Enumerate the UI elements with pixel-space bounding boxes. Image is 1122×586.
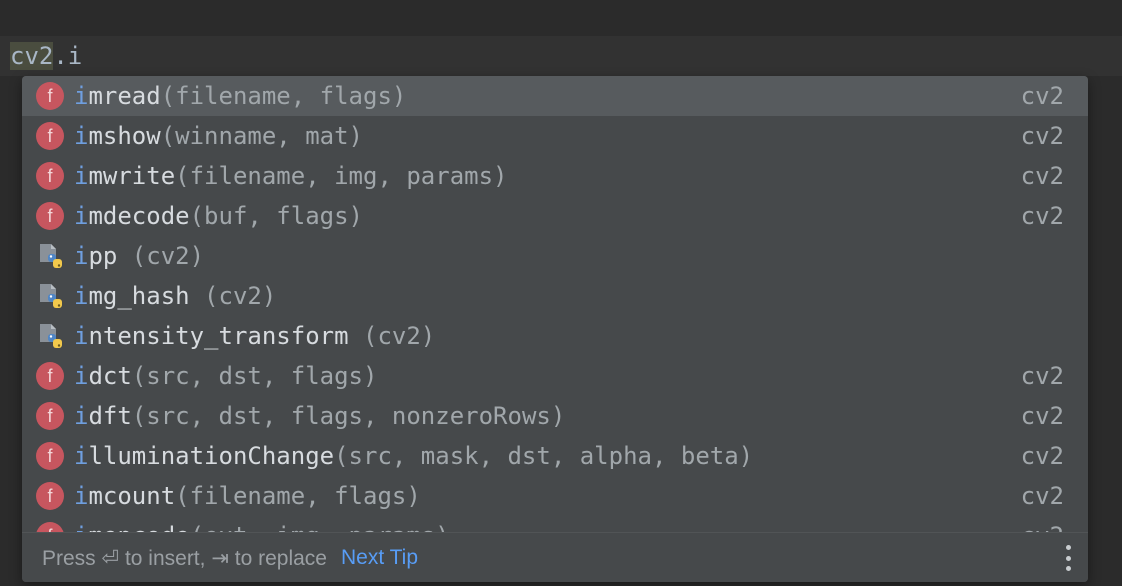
completion-item-signature: (cv2) <box>348 322 436 350</box>
completion-item[interactable]: f imwrite (filename, img, params) cv2 <box>22 156 1088 196</box>
function-icon: f <box>36 82 64 110</box>
name-remainder: mg_hash <box>88 282 190 310</box>
completion-item-name: illuminationChange <box>74 442 334 470</box>
name-remainder: mread <box>88 82 161 110</box>
completion-item-type: cv2 <box>1020 482 1064 510</box>
completion-item[interactable]: f imread (filename, flags) cv2 <box>22 76 1088 116</box>
completion-item[interactable]: f imshow (winname, mat) cv2 <box>22 116 1088 156</box>
python-module-icon <box>36 322 64 350</box>
completion-item[interactable]: f imdecode (buf, flags) cv2 <box>22 196 1088 236</box>
function-icon: f <box>36 362 64 390</box>
code-line-current[interactable]: cv2.i <box>0 36 1122 76</box>
matched-prefix: i <box>74 282 89 310</box>
completion-item-signature: (src, dst, flags, nonzeroRows) <box>131 402 566 430</box>
completion-item-name: imdecode <box>74 202 190 230</box>
completion-item-name: imshow <box>74 122 161 150</box>
matched-prefix: i <box>74 122 89 150</box>
current-code[interactable]: cv2.i <box>10 36 82 76</box>
matched-prefix: i <box>74 402 89 430</box>
name-remainder: lluminationChange <box>88 442 335 470</box>
matched-prefix: i <box>74 522 88 532</box>
completion-item-type: cv2 <box>1020 402 1064 430</box>
completion-item-type: cv2 <box>1020 362 1064 390</box>
completion-item-signature: (filename, flags) <box>175 482 421 510</box>
matched-prefix: i <box>74 482 89 510</box>
matched-prefix: i <box>74 322 89 350</box>
completion-item-signature: (buf, flags) <box>189 202 363 230</box>
name-remainder: ntensity_transform <box>88 322 349 350</box>
completion-item-signature: (src, mask, dst, alpha, beta) <box>334 442 754 470</box>
completion-item-name: imencode <box>74 522 190 532</box>
matched-prefix: i <box>74 82 89 110</box>
name-remainder: dct <box>88 362 132 390</box>
name-remainder: pp <box>88 242 118 270</box>
completion-footer: Press ⏎ to insert, ⇥ to replace Next Tip <box>22 532 1088 582</box>
completion-item[interactable]: f idct (src, dst, flags) cv2 <box>22 356 1088 396</box>
completion-item-type: cv2 <box>1021 522 1064 532</box>
matched-prefix: i <box>74 242 89 270</box>
completion-item-signature: (cv2) <box>117 242 205 270</box>
completion-item-name: imread <box>74 82 161 110</box>
function-icon: f <box>36 202 64 230</box>
completion-item-name: imcount <box>74 482 175 510</box>
completion-item-type: cv2 <box>1020 122 1064 150</box>
completion-item-signature: (filename, flags) <box>160 82 407 110</box>
completion-item-signature: (src, dst, flags) <box>131 362 378 390</box>
completion-item[interactable]: ipp (cv2) <box>22 236 1088 276</box>
typed-identifier-highlight: cv2 <box>10 42 54 70</box>
function-icon: f <box>36 522 64 532</box>
name-remainder: mencode <box>88 522 189 532</box>
matched-prefix: i <box>74 162 89 190</box>
code-line-import: import cv2 <box>10 0 1122 66</box>
name-remainder: dft <box>88 402 132 430</box>
completion-item-signature: (winname, mat) <box>160 122 363 150</box>
completion-item[interactable]: fimencode(ext, img, params)cv2 <box>22 516 1088 532</box>
matched-prefix: i <box>74 362 89 390</box>
python-module-icon <box>36 282 64 310</box>
completion-item[interactable]: f idft (src, dst, flags, nonzeroRows) cv2 <box>22 396 1088 436</box>
name-remainder: mcount <box>88 482 176 510</box>
name-remainder: mshow <box>88 122 161 150</box>
completion-item-signature: (cv2) <box>189 282 277 310</box>
next-tip-link[interactable]: Next Tip <box>341 546 418 570</box>
completion-item-signature: (ext, img, params) <box>190 522 450 532</box>
completion-item[interactable]: img_hash (cv2) <box>22 276 1088 316</box>
completion-popup[interactable]: f imread (filename, flags) cv2 f imshow (winna… <box>22 76 1088 582</box>
python-module-icon <box>36 242 64 270</box>
function-icon: f <box>36 482 64 510</box>
completion-item-type: cv2 <box>1020 162 1064 190</box>
completion-item-name: intensity_transform <box>74 322 349 350</box>
typed-text: .i <box>53 42 83 70</box>
function-icon: f <box>36 402 64 430</box>
completion-item[interactable]: f illuminationChange (src, mask, dst, alph… <box>22 436 1088 476</box>
completion-item-name: idct <box>74 362 132 390</box>
completion-item-name: idft <box>74 402 132 430</box>
completion-item-name: ipp <box>74 242 117 270</box>
function-icon: f <box>36 162 64 190</box>
completion-list[interactable]: f imread (filename, flags) cv2 f imshow (winna… <box>22 76 1088 532</box>
completion-item-type: cv2 <box>1020 202 1064 230</box>
matched-prefix: i <box>74 202 89 230</box>
completion-item[interactable]: intensity_transform (cv2) <box>22 316 1088 356</box>
name-remainder: mdecode <box>88 202 190 230</box>
function-icon: f <box>36 122 64 150</box>
completion-item[interactable]: f imcount (filename, flags) cv2 <box>22 476 1088 516</box>
completion-item-signature: (filename, img, params) <box>175 162 508 190</box>
completion-item-type: cv2 <box>1020 82 1064 110</box>
more-options-icon[interactable] <box>1066 545 1072 571</box>
completion-item-name: imwrite <box>74 162 175 190</box>
function-icon: f <box>36 442 64 470</box>
matched-prefix: i <box>74 442 89 470</box>
footer-hint: Press ⏎ to insert, ⇥ to replace <box>42 546 327 570</box>
completion-item-type: cv2 <box>1020 442 1064 470</box>
name-remainder: mwrite <box>88 162 176 190</box>
completion-item-name: img_hash <box>74 282 190 310</box>
